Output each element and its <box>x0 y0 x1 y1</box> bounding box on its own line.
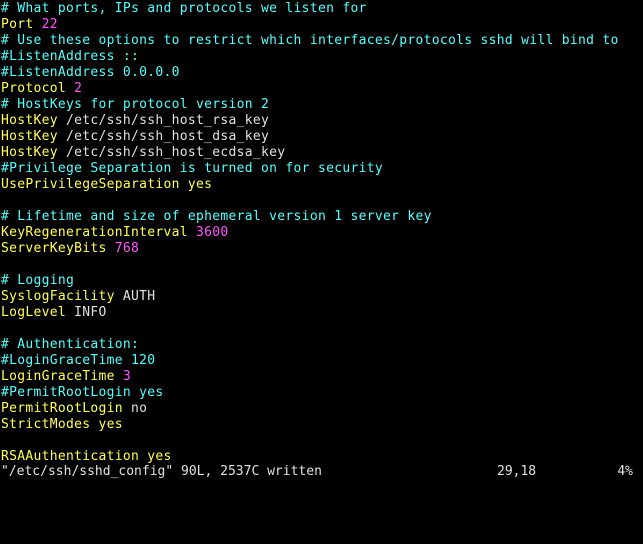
editor-line[interactable]: # Logging <box>1 273 643 289</box>
editor-line[interactable]: HostKey /etc/ssh/ssh_host_dsa_key <box>1 129 643 145</box>
editor-line[interactable]: #Privilege Separation is turned on for s… <box>1 161 643 177</box>
editor-line[interactable]: KeyRegenerationInterval 3600 <box>1 225 643 241</box>
editor-line[interactable]: HostKey /etc/ssh/ssh_host_ecdsa_key <box>1 145 643 161</box>
directive-text: HostKey <box>1 145 67 160</box>
editor-line[interactable]: ServerKeyBits 768 <box>1 241 643 257</box>
editor-buffer[interactable]: # What ports, IPs and protocols we liste… <box>1 1 643 465</box>
directive-text: SyslogFacility <box>1 289 123 304</box>
editor-line[interactable]: PermitRootLogin no <box>1 401 643 417</box>
comment-text: # What ports, IPs and protocols we liste… <box>1 1 367 16</box>
editor-line[interactable]: #LoginGraceTime 120 <box>1 353 643 369</box>
editor-line[interactable] <box>1 321 643 337</box>
directive-text: Port <box>1 17 42 32</box>
editor-line[interactable]: #ListenAddress :: <box>1 49 643 65</box>
editor-line[interactable]: # Lifetime and size of ephemeral version… <box>1 209 643 225</box>
editor-line[interactable] <box>1 433 643 449</box>
editor-line[interactable]: # Use these options to restrict which in… <box>1 33 643 49</box>
editor-line[interactable]: LoginGraceTime 3 <box>1 369 643 385</box>
status-message: "/etc/ssh/sshd_config" 90L, 2537C writte… <box>1 464 322 479</box>
directive-text: Protocol <box>1 81 75 96</box>
directive-text: RSAAuthentication <box>1 449 148 464</box>
value-text: /etc/ssh/ssh_host_dsa_key <box>66 129 270 144</box>
editor-line[interactable]: Port 22 <box>1 17 643 33</box>
comment-text: # HostKeys for protocol version 2 <box>1 97 270 112</box>
comment-text: # Logging <box>1 273 75 288</box>
value-text: 768 <box>114 241 140 256</box>
editor-line[interactable]: HostKey /etc/ssh/ssh_host_rsa_key <box>1 113 643 129</box>
editor-line[interactable]: SyslogFacility AUTH <box>1 289 643 305</box>
value-text: 3 <box>122 369 132 384</box>
directive-text: yes <box>187 177 213 192</box>
comment-text: #Privilege Separation is turned on for s… <box>1 161 383 176</box>
value-text: 3600 <box>196 225 229 240</box>
value-text: 2 <box>74 81 83 96</box>
editor-line[interactable]: #PermitRootLogin yes <box>1 385 643 401</box>
comment-text: #PermitRootLogin yes <box>1 385 164 400</box>
editor-line[interactable]: RSAAuthentication yes <box>1 449 643 465</box>
comment-text: #ListenAddress :: <box>1 49 140 64</box>
directive-text: StrictModes <box>1 417 99 432</box>
status-line: "/etc/ssh/sshd_config" 90L, 2537C writte… <box>1 464 643 480</box>
directive-text: LogLevel <box>1 305 75 320</box>
directive-text: ServerKeyBits <box>1 241 115 256</box>
directive-text: LoginGraceTime <box>1 369 123 384</box>
terminal-window[interactable]: # What ports, IPs and protocols we liste… <box>0 0 643 482</box>
value-text: 22 <box>41 17 58 32</box>
value-text: no <box>131 401 148 416</box>
value-text: /etc/ssh/ssh_host_ecdsa_key <box>66 145 286 160</box>
comment-text: # Use these options to restrict which in… <box>1 33 619 48</box>
value-text: /etc/ssh/ssh_host_rsa_key <box>66 113 270 128</box>
comment-text: # Authentication: <box>1 337 140 352</box>
editor-line[interactable]: # Authentication: <box>1 337 643 353</box>
comment-text: #LoginGraceTime 120 <box>1 353 156 368</box>
editor-line[interactable]: # What ports, IPs and protocols we liste… <box>1 1 643 17</box>
editor-line[interactable]: StrictModes yes <box>1 417 643 433</box>
editor-line[interactable] <box>1 257 643 273</box>
editor-line[interactable]: Protocol 2 <box>1 81 643 97</box>
directive-text: HostKey <box>1 113 67 128</box>
value-text: INFO <box>74 305 107 320</box>
comment-text: #ListenAddress 0.0.0.0 <box>1 65 180 80</box>
editor-line[interactable]: UsePrivilegeSeparation yes <box>1 177 643 193</box>
directive-text: UsePrivilegeSeparation <box>1 177 188 192</box>
value-text: AUTH <box>122 289 156 304</box>
comment-text: # Lifetime and size of ephemeral version… <box>1 209 432 224</box>
directive-text: HostKey <box>1 129 67 144</box>
directive-text: PermitRootLogin <box>1 401 132 416</box>
directive-text: KeyRegenerationInterval <box>1 225 197 240</box>
directive-text: yes <box>147 449 172 464</box>
directive-text: yes <box>98 417 123 432</box>
editor-line[interactable] <box>1 193 643 209</box>
cursor-position: 29,18 <box>497 464 537 479</box>
editor-line[interactable]: # HostKeys for protocol version 2 <box>1 97 643 113</box>
scroll-percent: 4% <box>617 464 633 479</box>
editor-line[interactable]: LogLevel INFO <box>1 305 643 321</box>
editor-line[interactable]: #ListenAddress 0.0.0.0 <box>1 65 643 81</box>
